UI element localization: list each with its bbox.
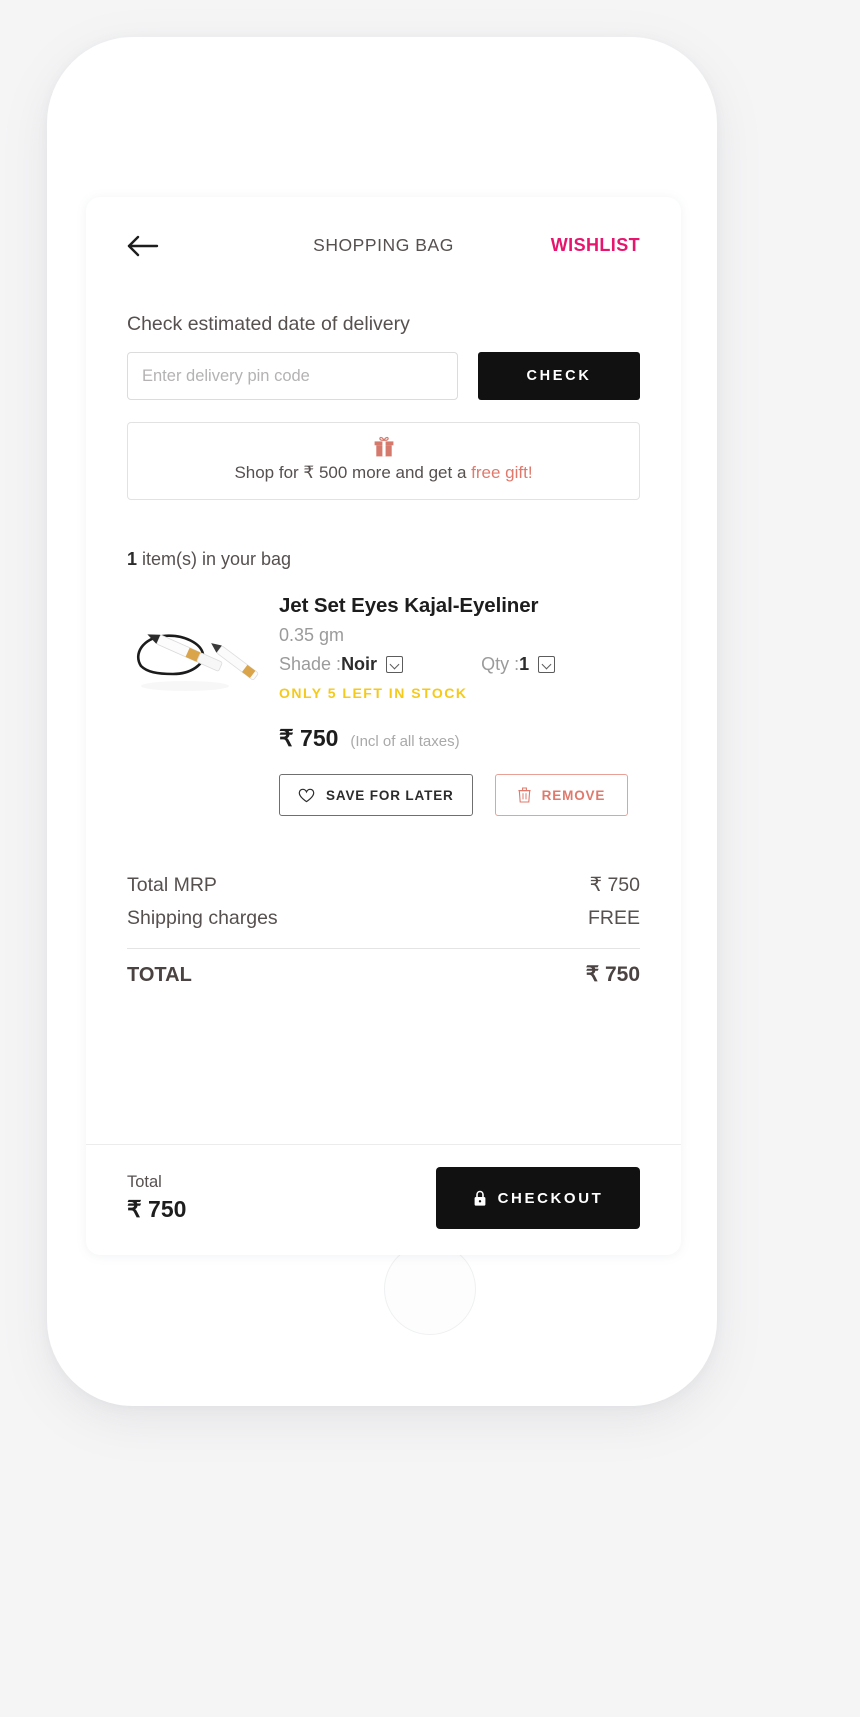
checkout-total-label: Total <box>127 1173 162 1191</box>
product-price: ₹ 750 <box>279 725 339 751</box>
gift-text-prefix: Shop for ₹ 500 more and get a <box>234 463 472 482</box>
shade-label: Shade : <box>279 654 342 674</box>
checkout-bar-total: Total ₹ 750 <box>127 1173 186 1223</box>
product-name[interactable]: Jet Set Eyes Kajal-Eyeliner <box>279 594 640 618</box>
summary-label-total: TOTAL <box>127 964 192 986</box>
app-header: SHOPPING BAG WISHLIST <box>86 197 681 294</box>
checkout-bar: Total ₹ 750 CHECKOUT <box>86 1144 681 1255</box>
kajal-eyeliner-pencil-image <box>136 634 259 691</box>
qty-value: 1 <box>519 654 530 674</box>
qty-label: Qty : <box>481 654 520 674</box>
summary-label-total-mrp: Total MRP <box>127 874 217 896</box>
app-screen: SHOPPING BAG WISHLIST Check estimated da… <box>86 197 681 1255</box>
back-arrow-icon[interactable] <box>127 234 159 258</box>
bag-item-count: 1 item(s) in your bag <box>127 549 640 570</box>
summary-value-total: ₹ 750 <box>585 963 640 986</box>
home-button[interactable] <box>384 1243 476 1335</box>
free-gift-banner: Shop for ₹ 500 more and get a free gift! <box>127 422 640 500</box>
gift-icon <box>374 436 393 457</box>
pin-code-row: CHECK <box>127 352 640 400</box>
remove-item-label: REMOVE <box>541 787 606 803</box>
delivery-check-label: Check estimated date of delivery <box>127 313 410 335</box>
summary-divider <box>127 948 640 949</box>
checkout-total-amount: ₹ 750 <box>127 1196 187 1222</box>
free-gift-text: Shop for ₹ 500 more and get a free gift! <box>138 463 629 483</box>
product-price-note: (Incl of all taxes) <box>350 733 460 750</box>
heart-icon <box>298 788 315 802</box>
screenshot-stage: SHOPPING BAG WISHLIST Check estimated da… <box>0 0 860 1717</box>
summary-value-total-mrp: ₹ 750 <box>589 874 640 896</box>
summary-row-shipping: Shipping charges FREE <box>127 902 640 935</box>
product-options-row: Shade : Noir Qty : 1 <box>279 654 640 675</box>
lock-icon <box>474 1190 485 1206</box>
product-actions: SAVE FOR LATER REMOVE <box>279 774 640 816</box>
summary-label-shipping: Shipping charges <box>127 907 278 929</box>
product-price-row: ₹ 750 (Incl of all taxes) <box>279 725 640 752</box>
shade-chevron-down-icon[interactable] <box>386 656 404 673</box>
summary-value-shipping: FREE <box>587 907 640 929</box>
stock-warning: ONLY 5 LEFT IN STOCK <box>279 685 468 701</box>
product-variant: 0.35 gm <box>279 625 345 645</box>
remove-item-button[interactable]: REMOVE <box>494 774 629 816</box>
qty-group: Qty : 1 <box>481 654 556 675</box>
trash-icon <box>518 787 531 803</box>
screen-body: Check estimated date of delivery CHECK S… <box>86 294 681 1144</box>
checkout-button-label: CHECKOUT <box>497 1189 604 1207</box>
summary-row-total-mrp: Total MRP ₹ 750 <box>127 868 640 902</box>
qty-chevron-down-icon[interactable] <box>538 656 556 673</box>
check-button[interactable]: CHECK <box>478 352 640 400</box>
summary-row-total: TOTAL ₹ 750 <box>127 954 640 992</box>
bag-count-number: 1 <box>127 549 138 569</box>
checkout-button[interactable]: CHECKOUT <box>436 1167 640 1229</box>
price-summary: Total MRP ₹ 750 Shipping charges FREE TO… <box>127 868 640 992</box>
wishlist-link[interactable]: WISHLIST <box>551 235 640 256</box>
save-for-later-label: SAVE FOR LATER <box>326 787 454 803</box>
product-thumbnail[interactable] <box>127 594 279 704</box>
product-info: Jet Set Eyes Kajal-Eyeliner 0.35 gm Shad… <box>279 594 640 816</box>
gift-text-highlight: free gift! <box>471 463 533 482</box>
cart-item-row: Jet Set Eyes Kajal-Eyeliner 0.35 gm Shad… <box>127 594 640 816</box>
save-for-later-button[interactable]: SAVE FOR LATER <box>279 774 473 816</box>
shade-value: Noir <box>341 654 378 674</box>
bag-count-suffix: item(s) in your bag <box>137 549 292 569</box>
pin-code-input[interactable] <box>127 352 458 400</box>
